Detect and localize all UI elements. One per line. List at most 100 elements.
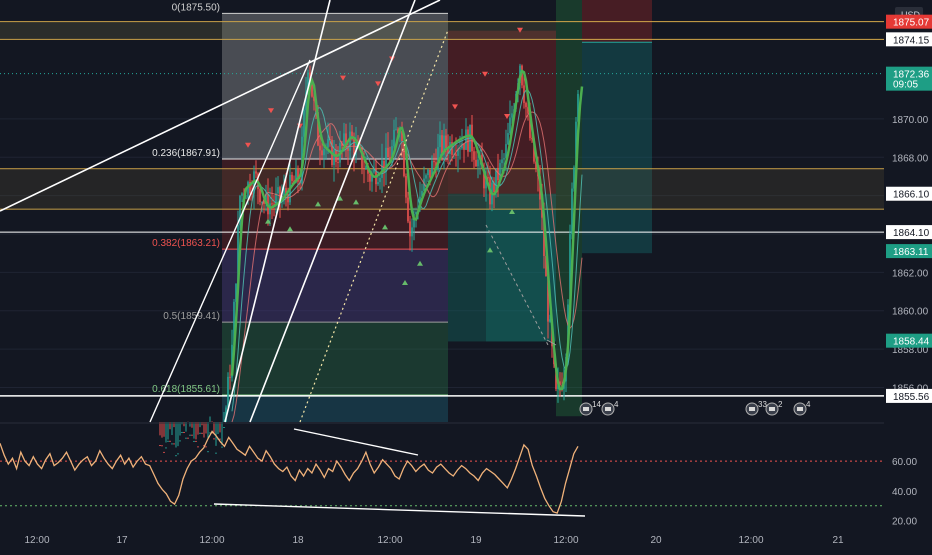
candle-body	[179, 440, 181, 442]
price-tick-label: 1862.00	[892, 268, 929, 279]
candle-body	[271, 203, 273, 205]
long-stop-zone	[582, 0, 652, 43]
candle-body	[405, 175, 407, 198]
candle-body	[425, 175, 427, 179]
time-tick-label: 12:00	[738, 535, 763, 546]
candle-body	[507, 133, 509, 145]
candle-body	[333, 150, 335, 166]
candle-body	[387, 147, 389, 158]
candle-body	[409, 221, 411, 237]
candle-body	[269, 203, 271, 215]
candle-body	[303, 110, 305, 137]
candle-body	[477, 159, 479, 167]
time-tick-label: 12:00	[24, 535, 49, 546]
candle-body	[213, 438, 215, 440]
candle-body	[379, 177, 381, 183]
candle-body	[161, 445, 163, 447]
oscillator-tick-label: 60.00	[892, 457, 917, 468]
candle-body	[159, 445, 161, 447]
fib-level-label: 0.5(1859.41)	[163, 311, 220, 322]
candle-body	[185, 437, 187, 439]
candle-body	[215, 452, 217, 454]
fib-level-label: 0.382(1863.21)	[152, 238, 220, 249]
candle-body	[321, 150, 323, 156]
price-chart-svg[interactable]: 0(1875.50) 0.236(1867.91) 0.382(1863.21) 0.…	[0, 0, 932, 550]
time-axis-bg	[0, 528, 932, 550]
fib-zone	[222, 249, 448, 323]
candle-body	[223, 427, 225, 429]
time-tick-label: 21	[832, 535, 844, 546]
candle-body	[475, 159, 477, 167]
candle-body	[427, 169, 429, 176]
candle-body	[187, 437, 189, 439]
resistance-zone	[0, 21, 556, 40]
price-tick-label: 1868.00	[892, 153, 929, 164]
candle-body	[337, 162, 339, 164]
fib-level-label: 0.236(1867.91)	[152, 148, 220, 159]
price-badge-label: 1858.44	[893, 337, 930, 348]
price-badge-label: 1855.56	[893, 392, 930, 403]
price-badge-label: 1874.15	[893, 35, 930, 46]
candle-body	[195, 440, 197, 442]
price-tick-label: 1860.00	[892, 307, 929, 318]
candle-body	[277, 187, 279, 194]
candle-body	[255, 171, 257, 174]
time-tick-label: 12:00	[199, 535, 224, 546]
candle-body	[319, 145, 321, 151]
fib-level-label: 0(1875.50)	[172, 2, 220, 13]
candle-body	[473, 151, 475, 160]
time-axis: 12:00 17 12:00 18 12:00 19 12:00 20 12:00 21	[0, 528, 932, 550]
candle-body	[189, 434, 191, 436]
candle-body	[509, 117, 511, 134]
candle-body	[201, 432, 203, 434]
support-zone	[0, 168, 884, 210]
candle-body	[173, 443, 175, 445]
candle-body	[207, 451, 209, 453]
candle-body	[487, 177, 489, 179]
event-icon	[797, 407, 803, 411]
candle-body	[259, 188, 261, 203]
candle-body	[377, 182, 379, 185]
event-icon	[769, 407, 775, 411]
event-count: 14	[592, 400, 601, 409]
candle-body	[429, 169, 431, 178]
candle-body	[291, 174, 293, 181]
price-badge-time: 09:05	[893, 80, 918, 91]
candle-body	[171, 443, 173, 445]
time-tick-label: 12:00	[377, 535, 402, 546]
candle-body	[183, 431, 185, 433]
candle-body	[343, 133, 345, 147]
candle-body	[511, 113, 513, 118]
candle-body	[439, 135, 441, 148]
candle-body	[411, 227, 413, 237]
oscillator-tick-label: 40.00	[892, 487, 917, 498]
time-tick-label: 18	[292, 535, 304, 546]
candle-body	[503, 158, 505, 160]
candle-body	[445, 135, 447, 149]
price-badge-label: 1875.07	[893, 18, 930, 29]
price-badge-label: 1864.10	[893, 228, 930, 239]
price-badge-label: 1866.10	[893, 190, 930, 201]
event-icon	[605, 407, 611, 411]
candle-body	[175, 455, 177, 457]
candle-body	[163, 451, 165, 453]
candle-body	[241, 193, 243, 196]
candle-body	[381, 160, 383, 178]
event-count: 2	[778, 400, 783, 409]
trading-chart[interactable]: 0(1875.50) 0.236(1867.91) 0.382(1863.21) 0.…	[0, 0, 932, 550]
candle-body	[395, 129, 397, 131]
candle-body	[199, 432, 201, 434]
candle-body	[181, 431, 183, 433]
candle-body	[191, 434, 193, 436]
candle-body	[177, 453, 179, 455]
candle-body	[229, 376, 231, 378]
time-tick-label: 19	[470, 535, 482, 546]
time-tick-label: 12:00	[553, 535, 578, 546]
event-icon	[749, 407, 755, 411]
price-badge-label: 1863.11	[893, 247, 929, 258]
time-tick-label: 20	[650, 535, 662, 546]
oscillator-tick-label: 20.00	[892, 517, 917, 528]
fib-zone	[222, 322, 448, 395]
candle-body	[393, 129, 395, 147]
candle-body	[247, 182, 249, 198]
